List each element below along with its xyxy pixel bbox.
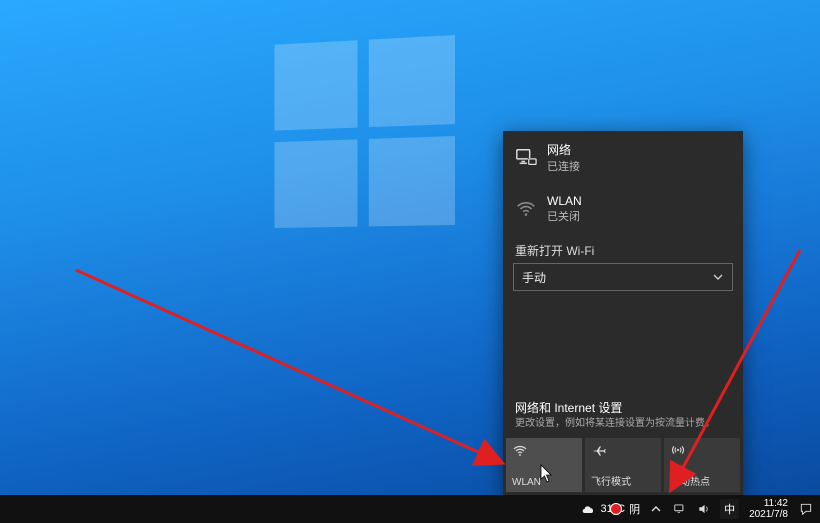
wlan-status: 已关闭 (547, 208, 582, 224)
weather-widget[interactable]: 31°C 阴 (580, 501, 640, 517)
system-tray: 31°C 阴 中 11:42 2021/7/8 (574, 498, 820, 520)
notifications-icon[interactable] (798, 501, 814, 517)
clock-time: 11:42 (749, 498, 788, 509)
clock-date: 2021/7/8 (749, 509, 788, 520)
tile-wlan[interactable]: WLAN (506, 438, 582, 492)
reopen-wifi-label: 重新打开 Wi-Fi (503, 234, 743, 263)
wifi-icon (512, 443, 528, 459)
tile-airplane[interactable]: 飞行模式 (585, 438, 661, 492)
network-status: 已连接 (547, 158, 580, 174)
weather-temp: 31°C (600, 503, 625, 515)
windows-logo (275, 35, 455, 228)
tile-wlan-label: WLAN (512, 477, 576, 488)
weather-cond: 阴 (629, 501, 640, 517)
monitor-network-icon (515, 147, 537, 169)
ime-indicator[interactable]: 中 (720, 499, 739, 519)
airplane-icon (591, 443, 607, 459)
tray-volume-icon[interactable] (696, 501, 712, 517)
tray-network-icon[interactable] (672, 501, 688, 517)
wlan-title: WLAN (547, 194, 582, 208)
tile-hotspot-label: 移动热点 (670, 473, 734, 488)
hotspot-icon (670, 443, 686, 459)
network-settings-subtitle: 更改设置，例如将某连接设置为按流量计费。 (515, 418, 731, 430)
network-settings-link[interactable]: 网络和 Internet 设置 更改设置，例如将某连接设置为按流量计费。 (503, 395, 743, 438)
dropdown-value: 手动 (522, 269, 546, 286)
tile-airplane-label: 飞行模式 (591, 473, 655, 488)
network-flyout: 网络 已连接 WLAN 已关闭 重新打开 Wi-Fi 手动 网络和 Intern… (503, 131, 743, 495)
wlan-status-row[interactable]: WLAN 已关闭 (503, 184, 743, 234)
network-settings-title: 网络和 Internet 设置 (515, 399, 731, 416)
reopen-wifi-dropdown[interactable]: 手动 (513, 263, 733, 291)
cloud-icon (580, 501, 596, 517)
network-title: 网络 (547, 141, 580, 158)
quick-action-tiles: WLAN 飞行模式 移动热点 (503, 438, 743, 495)
tile-hotspot[interactable]: 移动热点 (664, 438, 740, 492)
tray-chevron-up[interactable] (648, 501, 664, 517)
network-status-row[interactable]: 网络 已连接 (503, 131, 743, 184)
wifi-off-icon (515, 198, 537, 220)
clock[interactable]: 11:42 2021/7/8 (747, 498, 790, 520)
chevron-down-icon (712, 271, 724, 283)
taskbar: 31°C 阴 中 11:42 2021/7/8 (0, 495, 820, 523)
